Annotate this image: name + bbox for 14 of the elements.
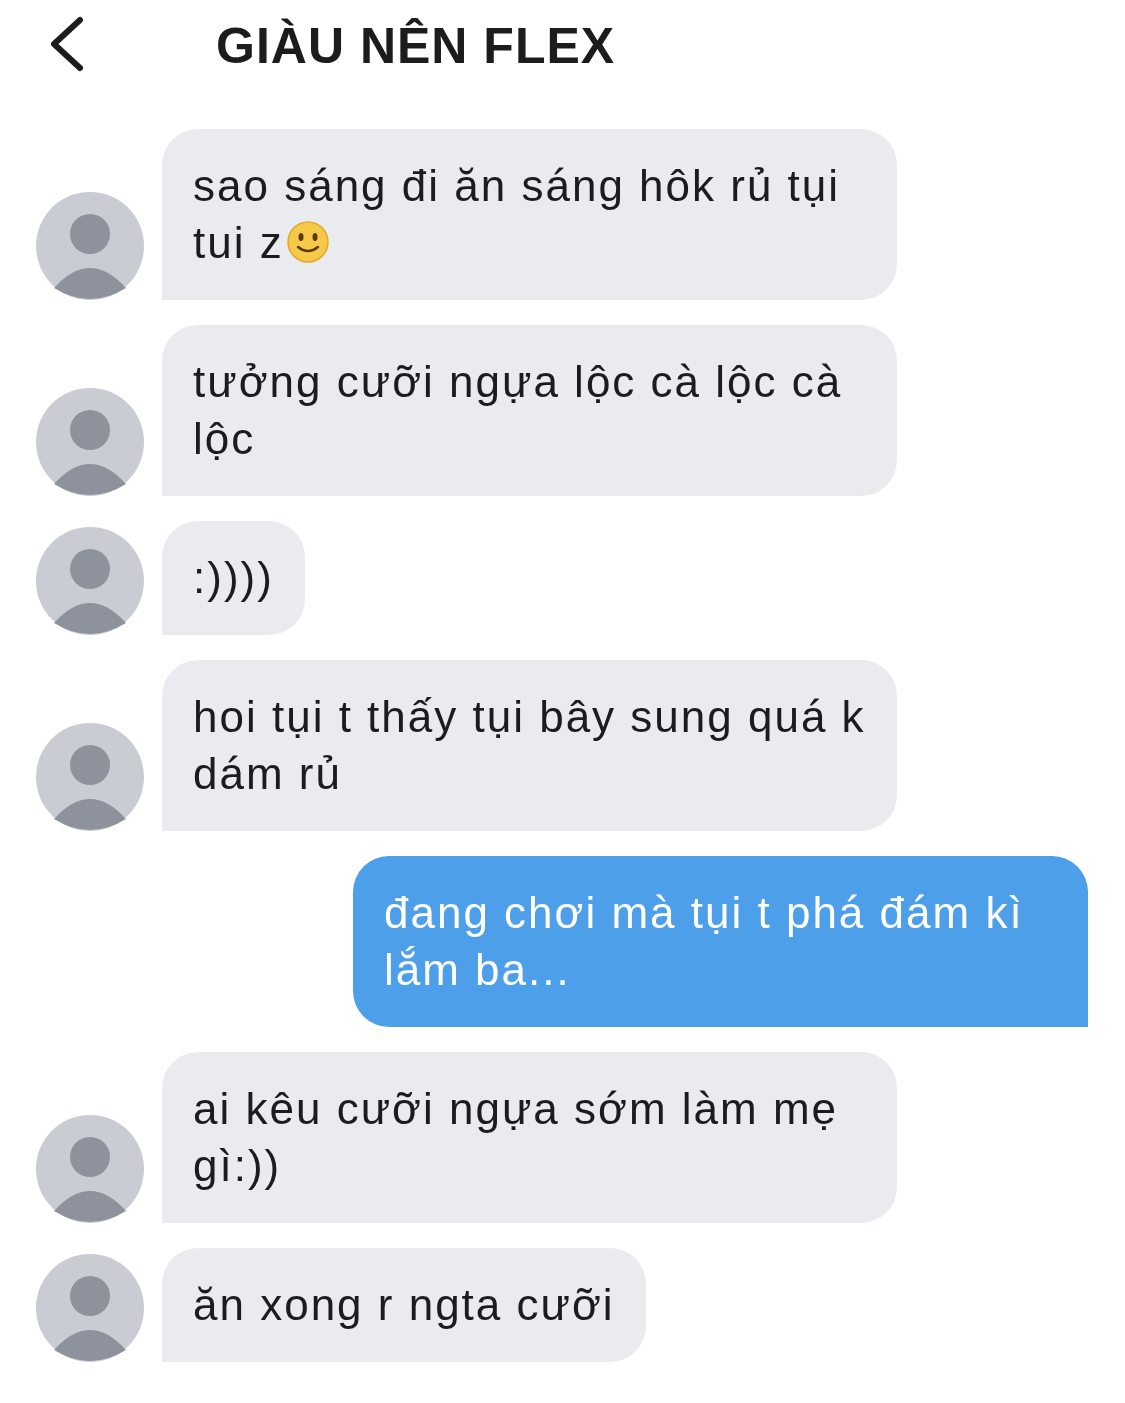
avatar-icon[interactable] (36, 192, 144, 300)
avatar-icon[interactable] (36, 723, 144, 831)
message-bubble: sao sáng đi ăn sáng hôk rủ tụi tui z (162, 129, 897, 300)
message-bubble: ăn xong r ngta cưỡi (162, 1248, 646, 1362)
chat-title: GIÀU NÊN FLEX (216, 17, 616, 75)
avatar-icon[interactable] (36, 388, 144, 496)
avatar-icon[interactable] (36, 1115, 144, 1223)
message-bubble: đang chơi mà tụi t phá đám kì lắm ba... (353, 856, 1088, 1027)
avatar-icon[interactable] (36, 527, 144, 635)
message-bubble: :)))) (162, 521, 305, 635)
avatar-icon[interactable] (36, 1254, 144, 1362)
message-bubble: ai kêu cưỡi ngựa sớm làm mẹ gì:)) (162, 1052, 897, 1223)
message-bubble: hoi tụi t thấy tụi bây sung quá k dám rủ (162, 660, 897, 831)
message-bubble: tưởng cưỡi ngựa lộc cà lộc cà lộc (162, 325, 897, 496)
